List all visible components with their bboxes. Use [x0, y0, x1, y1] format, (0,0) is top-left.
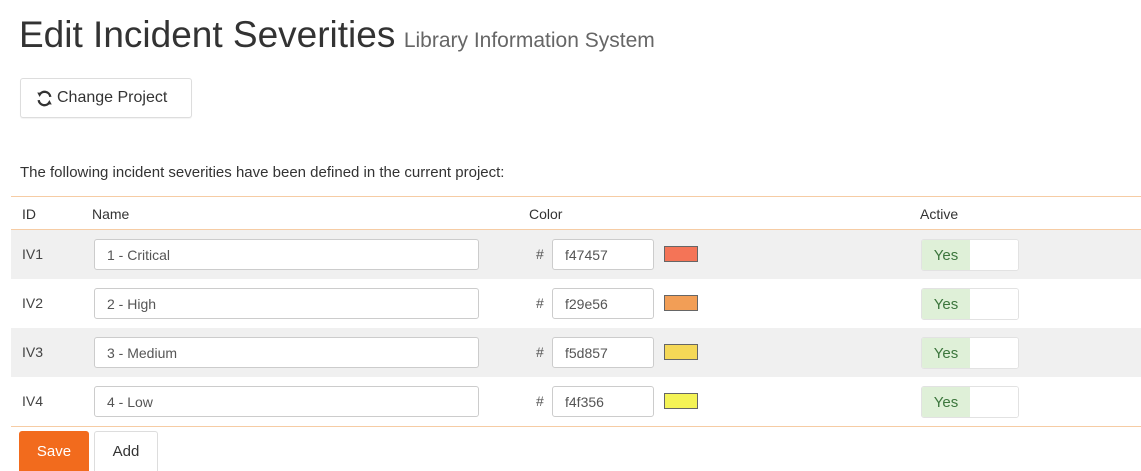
toggle-handle — [970, 240, 1018, 270]
severity-name-input[interactable] — [94, 239, 479, 270]
severity-color-input[interactable] — [552, 288, 654, 319]
table-row: IV2 # Yes — [11, 279, 1141, 328]
header-id: ID — [22, 206, 36, 222]
active-toggle[interactable]: Yes — [921, 288, 1019, 320]
severity-name-input[interactable] — [94, 386, 479, 417]
severity-id: IV1 — [22, 246, 44, 262]
color-swatch[interactable] — [664, 295, 698, 311]
severity-name-input[interactable] — [94, 288, 479, 319]
severity-id: IV2 — [22, 295, 44, 311]
change-project-button[interactable]: Change Project — [20, 78, 192, 118]
hash-symbol: # — [536, 393, 544, 409]
active-yes-label: Yes — [922, 240, 970, 270]
project-name: Library Information System — [403, 29, 655, 52]
save-button[interactable]: Save — [19, 431, 89, 471]
page-title: Edit Incident Severities — [19, 14, 396, 55]
toggle-handle — [970, 289, 1018, 319]
hash-symbol: # — [536, 295, 544, 311]
hash-symbol: # — [536, 344, 544, 360]
header-color: Color — [529, 206, 563, 222]
header-name: Name — [92, 206, 130, 222]
active-toggle[interactable]: Yes — [921, 337, 1019, 369]
active-toggle[interactable]: Yes — [921, 386, 1019, 418]
header-active: Active — [920, 206, 959, 222]
active-toggle[interactable]: Yes — [921, 239, 1019, 271]
severity-name-input[interactable] — [94, 337, 479, 368]
color-swatch[interactable] — [664, 393, 698, 409]
color-swatch[interactable] — [664, 344, 698, 360]
table-row: IV4 # Yes — [11, 377, 1141, 427]
add-button[interactable]: Add — [94, 431, 158, 471]
refresh-icon — [37, 90, 52, 106]
toggle-handle — [970, 338, 1018, 368]
severity-id: IV3 — [22, 344, 44, 360]
severities-table: ID Name Color Active IV1 # Yes IV2 # Yes… — [11, 196, 1141, 427]
color-swatch[interactable] — [664, 246, 698, 262]
hash-symbol: # — [536, 246, 544, 262]
severity-color-input[interactable] — [552, 239, 654, 270]
severity-id: IV4 — [22, 393, 44, 409]
change-project-label: Change Project — [57, 89, 168, 106]
table-row: IV1 # Yes — [11, 230, 1141, 279]
severity-color-input[interactable] — [552, 337, 654, 368]
severity-color-input[interactable] — [552, 386, 654, 417]
active-yes-label: Yes — [922, 387, 970, 417]
intro-text: The following incident severities have b… — [20, 164, 505, 181]
table-header: ID Name Color Active — [11, 196, 1141, 230]
toggle-handle — [970, 387, 1018, 417]
page-header: Edit Incident Severities Library Informa… — [19, 14, 655, 56]
active-yes-label: Yes — [922, 338, 970, 368]
active-yes-label: Yes — [922, 289, 970, 319]
table-row: IV3 # Yes — [11, 328, 1141, 377]
